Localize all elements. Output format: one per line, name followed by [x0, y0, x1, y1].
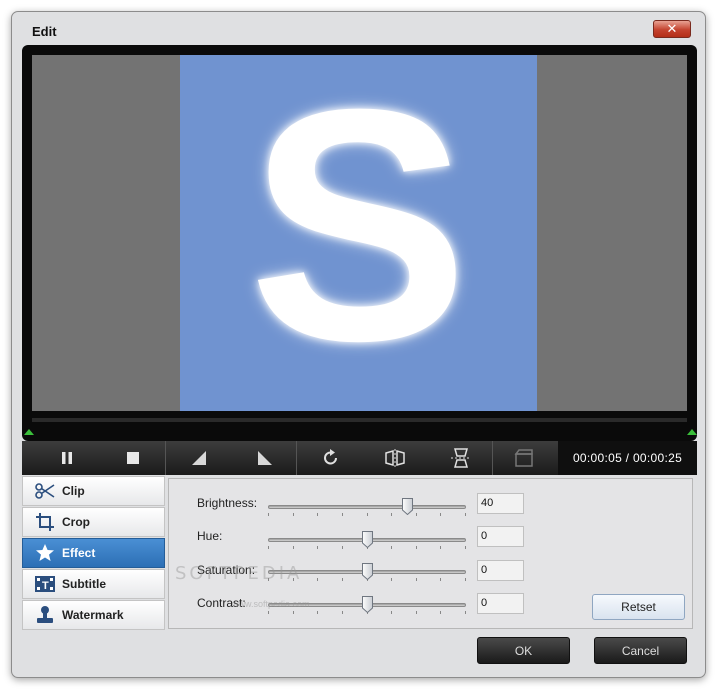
saturation-label: Saturation:	[197, 563, 256, 577]
slider-tick	[391, 611, 392, 614]
flip-right-icon	[258, 451, 272, 465]
stop-button[interactable]	[118, 441, 148, 475]
slider-tick	[440, 611, 441, 614]
tab-effect-label: Effect	[62, 546, 96, 560]
close-button[interactable]: ✕	[653, 20, 691, 38]
slider-thumb[interactable]	[401, 498, 413, 516]
scissors-icon	[33, 481, 57, 501]
snapshot-button[interactable]	[509, 441, 539, 475]
slider-thumb[interactable]	[362, 531, 373, 549]
tab-crop-label: Crop	[62, 515, 90, 529]
flip-left-icon	[192, 451, 206, 465]
end-marker[interactable]	[687, 429, 697, 435]
slider-tick	[342, 578, 343, 581]
separator	[492, 441, 493, 475]
slider-tick	[416, 546, 417, 549]
saturation-value[interactable]: 0	[477, 560, 524, 581]
slider-tick	[317, 578, 318, 581]
window-title: Edit	[32, 24, 57, 39]
pause-icon	[62, 452, 72, 464]
slider-tick	[367, 513, 368, 516]
slider-tick	[440, 513, 441, 516]
slider-tick	[268, 611, 269, 614]
brightness-value[interactable]: 40	[477, 493, 524, 514]
slider-thumb[interactable]	[362, 563, 373, 581]
subtitle-icon: T	[33, 574, 57, 594]
pause-button[interactable]	[52, 441, 82, 475]
slider-tick	[293, 546, 294, 549]
hue-value[interactable]: 0	[477, 526, 524, 547]
stamp-icon	[33, 605, 57, 625]
slider-tick	[317, 546, 318, 549]
slider-tick	[317, 611, 318, 614]
mirror-horizontal-button[interactable]	[380, 441, 410, 475]
slider-tick	[391, 546, 392, 549]
cancel-button[interactable]: Cancel	[594, 637, 687, 664]
start-marker[interactable]	[24, 429, 34, 435]
contrast-value[interactable]: 0	[477, 593, 524, 614]
tab-subtitle-label: Subtitle	[62, 577, 106, 591]
mirror-vertical-button[interactable]	[446, 441, 476, 475]
slider-tick	[293, 611, 294, 614]
slider-thumb[interactable]	[362, 596, 373, 614]
slider-tick	[465, 611, 466, 614]
tab-clip[interactable]: Clip	[22, 476, 165, 506]
tab-crop[interactable]: Crop	[22, 507, 165, 537]
star-icon	[33, 543, 57, 563]
contrast-label: Contrast:	[197, 596, 246, 610]
mirror-horizontal-icon	[385, 449, 405, 467]
ok-button[interactable]: OK	[477, 637, 570, 664]
tab-effect[interactable]: Effect	[22, 538, 165, 568]
progress-track[interactable]	[32, 418, 687, 422]
slider-tick	[465, 513, 466, 516]
tab-watermark[interactable]: Watermark	[22, 600, 165, 630]
reset-button[interactable]: Retset	[592, 594, 685, 620]
slider-tick	[342, 546, 343, 549]
video-letter: S	[248, 55, 469, 409]
brightness-slider[interactable]	[268, 505, 466, 509]
rotate-icon	[324, 449, 337, 465]
slider-tick	[268, 578, 269, 581]
time-display: 00:00:05 / 00:00:25	[558, 441, 697, 475]
slider-tick	[293, 513, 294, 516]
slider-tick	[416, 611, 417, 614]
flip-right-button[interactable]	[250, 441, 280, 475]
slider-tick	[342, 513, 343, 516]
svg-text:T: T	[42, 580, 49, 592]
slider-tick	[416, 513, 417, 516]
stop-icon	[127, 452, 139, 464]
separator	[165, 441, 166, 475]
slider-tick	[416, 578, 417, 581]
slider-tick	[440, 578, 441, 581]
slider-tick	[465, 578, 466, 581]
slider-tick	[391, 513, 392, 516]
slider-tick	[293, 578, 294, 581]
slider-tick	[268, 546, 269, 549]
slider-tick	[440, 546, 441, 549]
crop-icon	[33, 512, 57, 532]
rotate-button[interactable]	[316, 441, 346, 475]
tab-watermark-label: Watermark	[62, 608, 124, 622]
tab-clip-label: Clip	[62, 484, 85, 498]
video-frame-content: S	[180, 55, 537, 411]
snapshot-icon	[514, 449, 533, 467]
slider-tick	[391, 578, 392, 581]
slider-tick	[342, 611, 343, 614]
tab-subtitle[interactable]: T Subtitle	[22, 569, 165, 599]
mirror-vertical-icon	[451, 448, 471, 468]
slider-tick	[465, 546, 466, 549]
flip-left-button[interactable]	[184, 441, 214, 475]
hue-label: Hue:	[197, 529, 223, 543]
slider-tick	[317, 513, 318, 516]
separator	[296, 441, 297, 475]
brightness-label: Brightness:	[197, 496, 258, 510]
slider-tick	[268, 513, 269, 516]
